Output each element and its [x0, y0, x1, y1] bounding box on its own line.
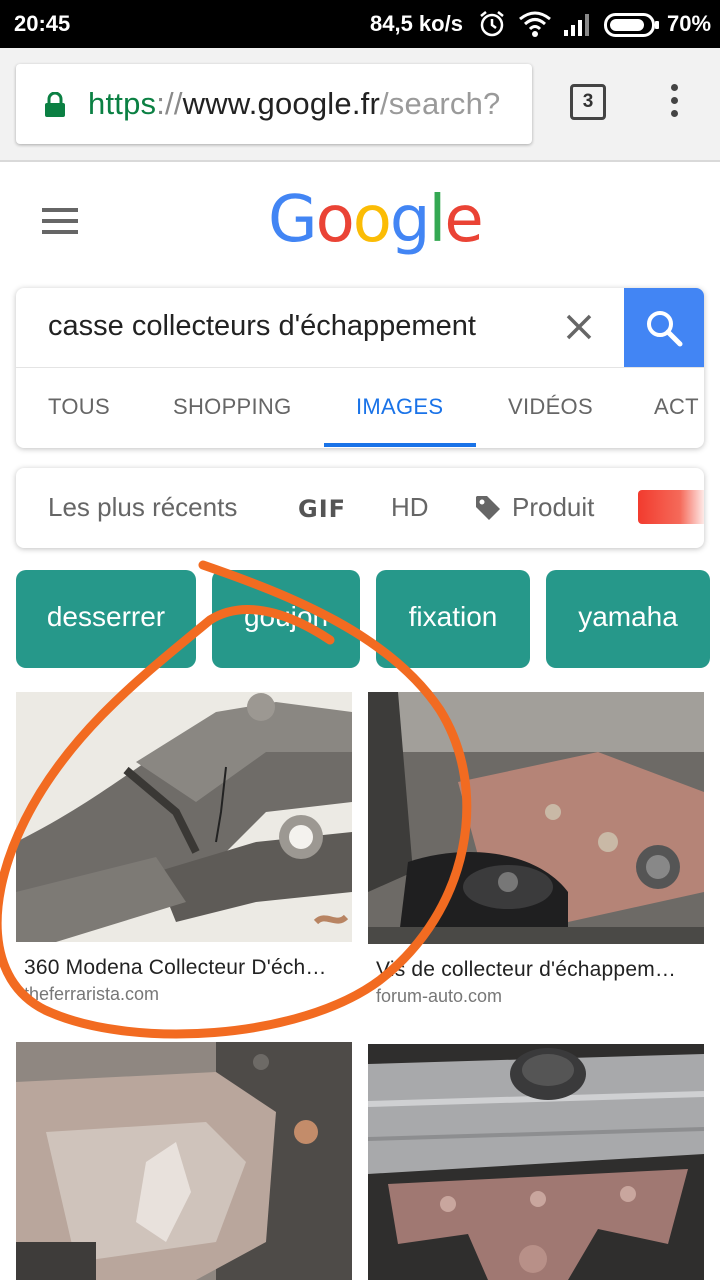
result-image[interactable] [368, 1044, 704, 1280]
tab-videos[interactable]: VIDÉOS [508, 394, 593, 420]
result-image[interactable] [368, 692, 704, 944]
browser-menu-icon[interactable] [664, 84, 684, 124]
browser-toolbar: https://www.google.fr/search? 3 [0, 48, 720, 162]
image-result[interactable]: 360 Modena Collecteur D'éch… theferraris… [16, 692, 352, 1022]
network-speed: 84,5 ko/s [370, 11, 463, 36]
logo-letter-g: G [268, 183, 318, 257]
result-source: forum-auto.com [376, 986, 503, 1006]
result-title[interactable]: 360 Modena Collecteur D'éch… [24, 956, 327, 980]
chip-yamaha[interactable]: yamaha [546, 570, 710, 668]
alarm-icon [480, 11, 504, 37]
google-logo[interactable]: Google [268, 183, 484, 257]
filter-color-red[interactable] [638, 490, 704, 524]
result-source: theferrarista.com [24, 984, 160, 1004]
logo-letter-o1: o [315, 183, 355, 257]
search-icon [647, 311, 683, 347]
result-title[interactable]: Vis de collecteur d'échappem… [376, 958, 676, 982]
tag-icon [476, 496, 500, 520]
clear-icon[interactable] [564, 312, 594, 342]
battery-percent: 70% [667, 11, 712, 36]
signal-icon [564, 14, 589, 36]
tab-switcher-button[interactable]: 3 [570, 84, 606, 120]
url-separator: :// [156, 86, 183, 121]
battery-icon [604, 13, 659, 37]
logo-letter-l: l [428, 183, 447, 257]
filter-recent[interactable]: Les plus récents [48, 492, 237, 523]
url-host: www.google.fr [182, 86, 380, 121]
filter-gif[interactable]: GIF [298, 495, 346, 523]
chip-desserrer[interactable]: desserrer [16, 570, 196, 668]
address-bar[interactable]: https://www.google.fr/search? [16, 64, 532, 144]
tab-actualites[interactable]: ACT [654, 394, 699, 420]
image-result[interactable]: Vis de collecteur d'échappem… forum-auto… [368, 692, 704, 1022]
lock-icon [45, 92, 65, 117]
search-tabs: TOUS SHOPPING IMAGES VIDÉOS ACT [16, 368, 704, 448]
hamburger-menu-icon[interactable] [42, 208, 78, 234]
image-result[interactable] [16, 1042, 352, 1280]
url-path: /search? [379, 86, 501, 121]
status-bar: 20:45 84,5 ko/s 70% [0, 0, 720, 48]
chip-fixation[interactable]: fixation [376, 570, 530, 668]
logo-letter-e: e [444, 183, 483, 257]
active-tab-indicator [324, 443, 476, 447]
wifi-icon [519, 11, 551, 37]
logo-letter-g2: g [389, 183, 431, 257]
image-result[interactable] [368, 1044, 704, 1280]
filter-product[interactable]: Produit [512, 492, 594, 523]
image-filters: Les plus récents GIF HD Produit [16, 468, 704, 548]
url-scheme: https [88, 86, 157, 121]
tab-images[interactable]: IMAGES [356, 394, 443, 420]
tab-shopping[interactable]: SHOPPING [173, 394, 292, 420]
result-image[interactable] [16, 1042, 352, 1280]
search-card: casse collecteurs d'échappement TOUS SHO… [16, 288, 704, 448]
filter-hd[interactable]: HD [391, 492, 429, 523]
tab-tous[interactable]: TOUS [48, 394, 110, 420]
chip-goujon[interactable]: goujon [212, 570, 360, 668]
status-time: 20:45 [14, 11, 71, 36]
logo-letter-o2: o [352, 183, 392, 257]
search-input[interactable]: casse collecteurs d'échappement [48, 310, 476, 343]
url-text: https://www.google.fr/search? [88, 86, 500, 122]
search-button[interactable] [624, 288, 704, 368]
result-image[interactable] [16, 692, 352, 942]
